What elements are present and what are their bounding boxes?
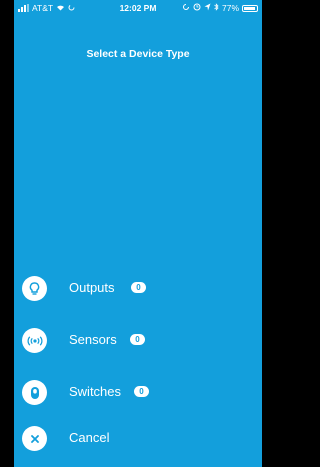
bluetooth-icon	[214, 0, 219, 16]
page-title: Select a Device Type	[86, 48, 190, 60]
switches-item[interactable]: Switches 0	[14, 374, 262, 418]
outputs-count-badge: 0	[131, 282, 146, 293]
outputs-label: Outputs	[69, 280, 115, 295]
location-icon	[204, 0, 211, 16]
sensors-count-badge: 0	[130, 334, 145, 345]
sensors-item[interactable]: Sensors 0	[14, 322, 262, 366]
sensor-waves-icon	[22, 328, 47, 353]
cancel-label: Cancel	[69, 430, 110, 445]
battery-icon	[242, 4, 258, 12]
switches-label: Switches	[69, 384, 122, 399]
cancel-button[interactable]: Cancel	[14, 420, 262, 464]
status-bar-right: 77%	[182, 0, 258, 16]
switches-count-badge: 0	[134, 386, 149, 397]
sensors-label: Sensors	[69, 332, 117, 347]
outputs-item[interactable]: Outputs 0	[14, 270, 262, 314]
alarm-icon	[193, 0, 201, 16]
switch-icon	[22, 380, 47, 405]
battery-percent: 77%	[221, 3, 239, 13]
rotation-lock-icon	[182, 0, 190, 16]
status-bar: AT&T 12:02 PM 77%	[14, 0, 262, 16]
lightbulb-icon	[22, 276, 47, 301]
close-icon	[22, 426, 47, 451]
